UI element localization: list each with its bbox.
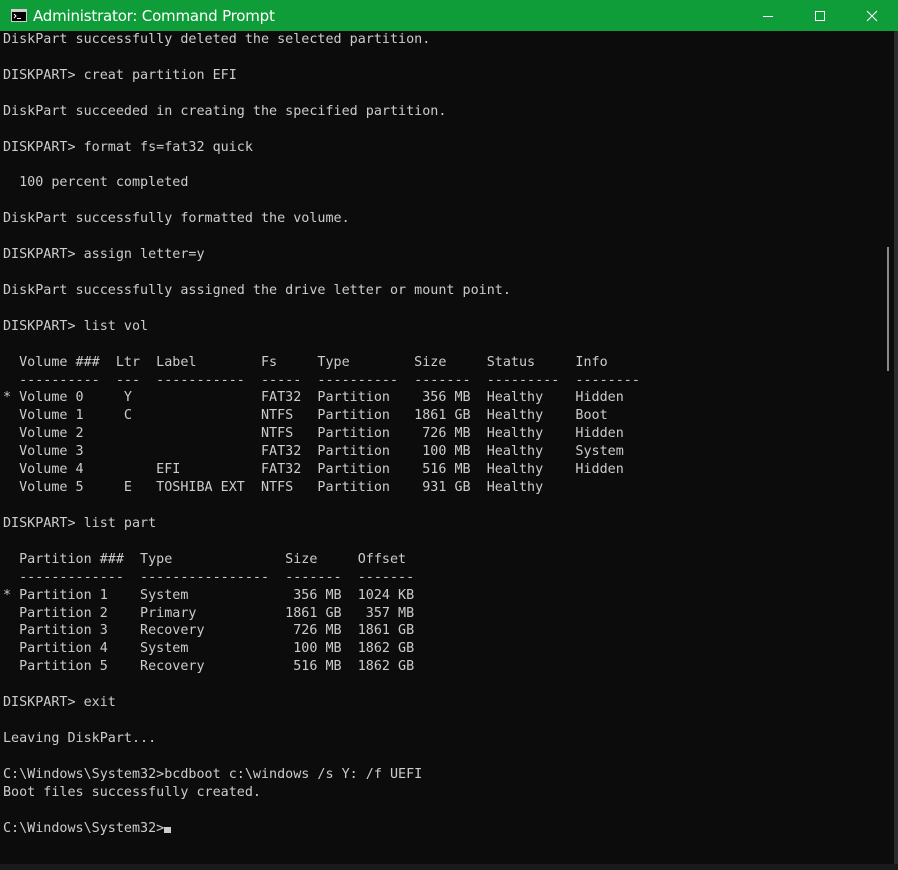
text-cursor	[164, 826, 172, 833]
terminal-line: Boot files successfully created.	[3, 784, 261, 800]
terminal-line: DISKPART> exit	[3, 695, 116, 711]
title-bar[interactable]: Administrator: Command Prompt	[0, 0, 898, 31]
terminal-line: DISKPART> assign letter=y	[3, 247, 205, 263]
close-button[interactable]	[846, 0, 898, 31]
terminal-line: Volume 3 FAT32 Partition 100 MB Healthy …	[3, 444, 624, 460]
terminal-line: ---------- --- ----------- ----- -------…	[3, 372, 640, 388]
terminal-line: Partition 3 Recovery 726 MB 1861 GB	[3, 623, 415, 639]
terminal-line: DISKPART> list vol	[3, 318, 149, 334]
scrollbar-thumb[interactable]	[887, 247, 889, 371]
terminal-line: Partition ### Type Size Offset	[3, 551, 407, 567]
maximize-button[interactable]	[794, 0, 846, 31]
terminal-line: C:\Windows\System32>	[3, 820, 878, 838]
terminal-line: 100 percent completed	[3, 175, 189, 191]
terminal-line: Volume 4 EFI FAT32 Partition 516 MB Heal…	[3, 462, 624, 478]
terminal-line: DISKPART> list part	[3, 515, 157, 531]
terminal-line: Leaving DiskPart...	[3, 730, 157, 746]
terminal-line: Volume 5 E TOSHIBA EXT NTFS Partition 93…	[3, 480, 544, 496]
window-border-bottom	[0, 864, 898, 870]
terminal-line: ------------- ---------------- ------- -…	[3, 569, 415, 585]
window-title: Administrator: Command Prompt	[33, 6, 275, 25]
terminal-line: DiskPart successfully formatted the volu…	[3, 211, 350, 227]
terminal-line: DiskPart successfully assigned the drive…	[3, 282, 511, 298]
terminal-line: DISKPART> format fs=fat32 quick	[3, 139, 253, 155]
terminal-line: Partition 2 Primary 1861 GB 357 MB	[3, 605, 415, 621]
terminal-line: DISKPART> creat partition EFI	[3, 67, 237, 83]
terminal-output[interactable]: DiskPart successfully deleted the select…	[0, 31, 878, 864]
terminal-line: Partition 5 Recovery 516 MB 1862 GB	[3, 659, 415, 675]
minimize-button[interactable]	[742, 0, 794, 31]
terminal-line: DiskPart succeeded in creating the speci…	[3, 103, 447, 119]
vertical-scrollbar[interactable]	[882, 31, 894, 864]
terminal-line: * Volume 0 Y FAT32 Partition 356 MB Heal…	[3, 390, 624, 406]
terminal-line: Volume ### Ltr Label Fs Type Size Status…	[3, 354, 608, 370]
window-controls	[742, 0, 898, 31]
terminal-line: Partition 4 System 100 MB 1862 GB	[3, 641, 415, 657]
terminal-line: Volume 2 NTFS Partition 726 MB Healthy H…	[3, 426, 624, 442]
window-border-right	[894, 31, 898, 870]
terminal-line: C:\Windows\System32>bcdboot c:\windows /…	[3, 766, 423, 782]
terminal-line: DiskPart successfully deleted the select…	[3, 32, 431, 47]
terminal-line: * Partition 1 System 356 MB 1024 KB	[3, 587, 415, 603]
close-icon	[866, 10, 878, 21]
command-prompt-window: Administrator: Command Prompt DiskPart s…	[0, 0, 898, 870]
cmd-icon	[11, 9, 27, 22]
minimize-icon	[763, 15, 773, 17]
maximize-icon	[815, 10, 825, 21]
terminal-line: Volume 1 C NTFS Partition 1861 GB Health…	[3, 408, 608, 424]
